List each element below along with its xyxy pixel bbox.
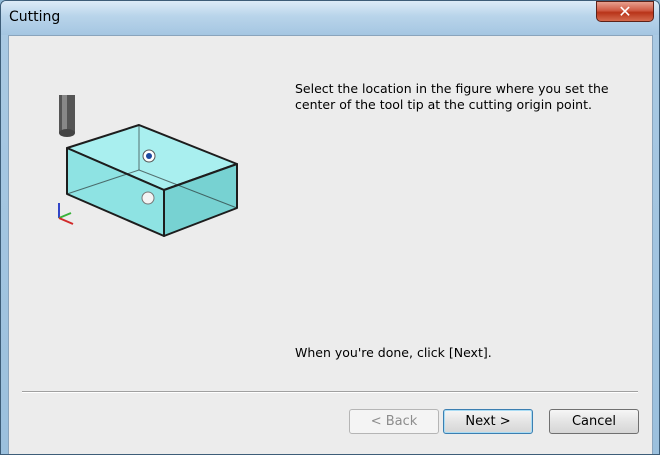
back-button[interactable]: < Back bbox=[349, 409, 439, 434]
dialog-content: Select the location in the figure where … bbox=[8, 35, 653, 454]
close-button[interactable]: ✕ bbox=[596, 1, 654, 22]
done-hint-text: When you're done, click [Next]. bbox=[295, 345, 492, 360]
origin-bottom-center-radio[interactable] bbox=[141, 191, 155, 205]
instruction-text: Select the location in the figure where … bbox=[295, 81, 609, 112]
origin-top-center-radio[interactable] bbox=[142, 149, 156, 163]
origin-figure bbox=[58, 95, 238, 237]
tool-icon bbox=[59, 95, 75, 137]
title-bar[interactable]: Cutting ✕ bbox=[1, 1, 659, 35]
workpiece-box bbox=[66, 124, 238, 237]
axis-indicator-icon bbox=[58, 203, 74, 225]
dialog-window: Cutting ✕ Select the location in the fig… bbox=[0, 0, 660, 455]
window-title: Cutting bbox=[9, 9, 61, 25]
separator bbox=[22, 391, 638, 393]
close-icon: ✕ bbox=[618, 2, 632, 21]
next-button[interactable]: Next > bbox=[443, 409, 533, 434]
cancel-button[interactable]: Cancel bbox=[549, 409, 639, 434]
